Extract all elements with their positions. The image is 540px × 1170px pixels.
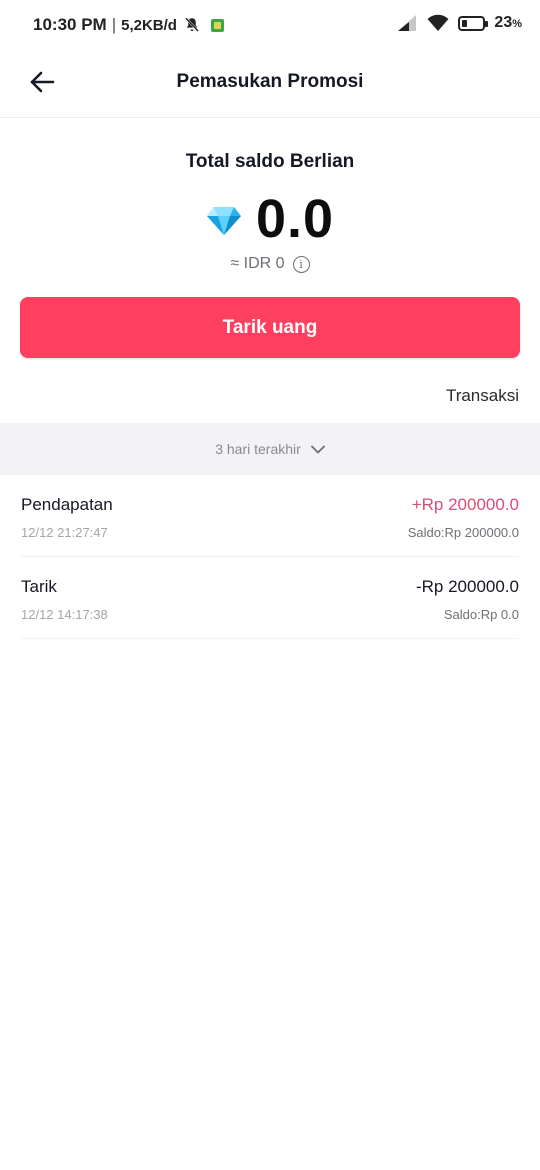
app-notification-icon (210, 18, 224, 32)
balance-value: 0.0 (255, 189, 335, 249)
network-speed: 5,2KB/d (121, 16, 177, 34)
balance-row: 0.0 (0, 186, 540, 252)
diamond-icon (206, 207, 241, 235)
balance-label: Total saldo Berlian (185, 151, 355, 172)
transactions-link[interactable]: Transaksi (446, 386, 519, 406)
info-icon[interactable]: i (292, 255, 310, 273)
status-right: 23% (396, 14, 522, 32)
status-bar: 10:30 PM | 5,2KB/d 23% (0, 0, 540, 50)
transaction-title: Tarik (21, 577, 57, 596)
status-time: 10:30 PM (33, 15, 107, 34)
status-separator: | (111, 15, 117, 34)
wifi-icon (427, 14, 449, 31)
transaction-amount: +Rp 200000.0 (411, 495, 519, 514)
idr-text: ≈ IDR 0 (230, 255, 285, 272)
divider (21, 638, 519, 639)
transaction-row[interactable]: Tarik -Rp 200000.0 12/12 14:17:38 Saldo:… (0, 557, 540, 639)
battery-fill (462, 19, 467, 27)
battery-percent: 23% (494, 14, 522, 32)
transaction-amount: -Rp 200000.0 (415, 577, 519, 596)
bell-off-icon (185, 17, 199, 32)
withdraw-button[interactable]: Tarik uang (20, 297, 520, 358)
transaction-balance: Saldo:Rp 0.0 (443, 607, 519, 622)
signal-icon (398, 15, 417, 31)
transaction-date: 12/12 21:27:47 (21, 525, 108, 540)
page-title: Pemasukan Promosi (176, 71, 364, 92)
header: Pemasukan Promosi (0, 50, 540, 118)
date-filter-label: 3 hari terakhir (215, 441, 301, 457)
chevron-down-icon (310, 445, 325, 453)
transaction-balance: Saldo:Rp 200000.0 (407, 525, 519, 540)
transaction-row[interactable]: Pendapatan +Rp 200000.0 12/12 21:27:47 S… (0, 475, 540, 557)
date-filter-dropdown[interactable]: 3 hari terakhir (0, 423, 540, 475)
idr-equivalent: ≈ IDR 0 i (0, 255, 540, 273)
battery-percent-value: 23 (494, 14, 513, 31)
battery-icon (458, 15, 489, 31)
status-left: 10:30 PM | 5,2KB/d (33, 15, 224, 35)
transaction-date: 12/12 14:17:38 (21, 607, 108, 622)
transaction-title: Pendapatan (21, 495, 113, 514)
battery-percent-unit: % (512, 18, 522, 30)
